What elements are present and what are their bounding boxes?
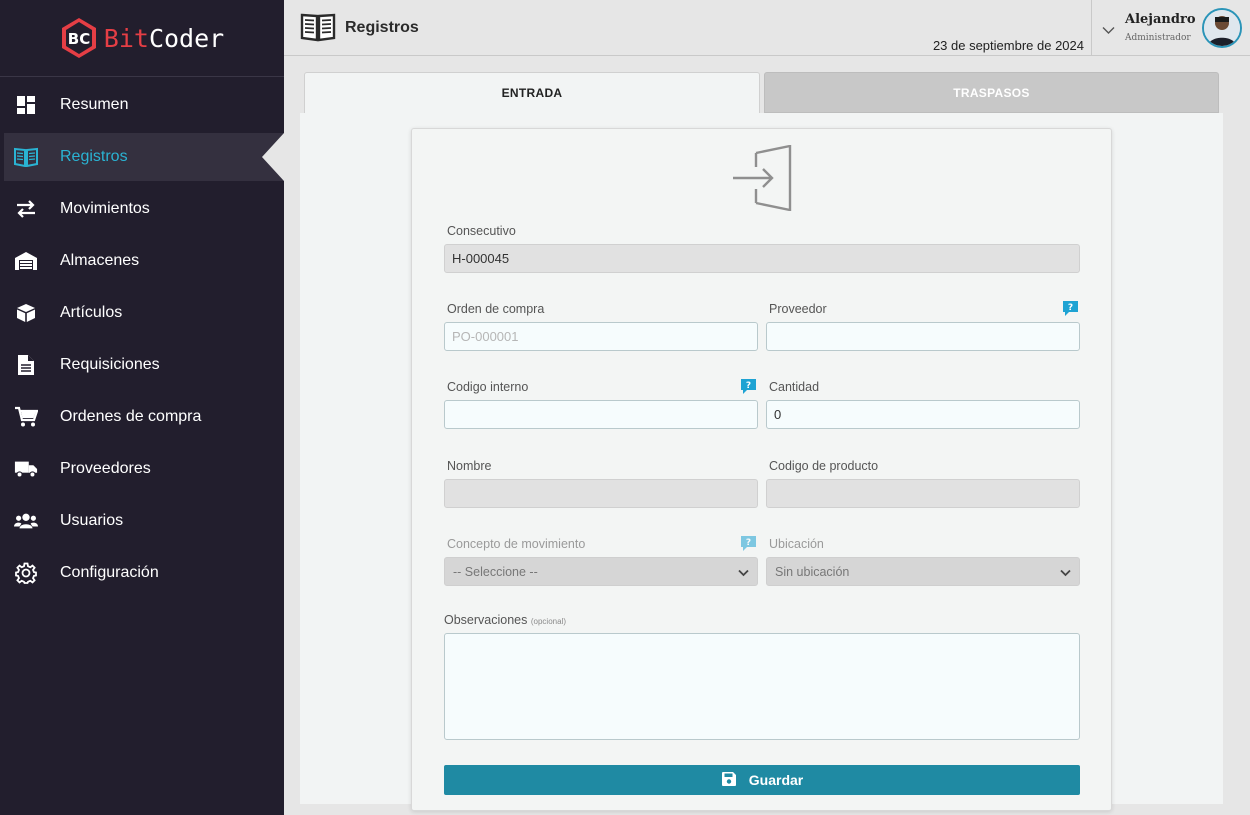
tab-traspasos[interactable]: TRASPASOS bbox=[764, 72, 1219, 113]
svg-text:?: ? bbox=[1068, 303, 1073, 313]
sidebar-item-label: Configuración bbox=[60, 564, 159, 581]
ubicacion-select[interactable]: Sin ubicación bbox=[766, 557, 1080, 586]
user-name: Alejandro bbox=[1125, 12, 1196, 27]
ubicacion-label: Ubicación bbox=[769, 537, 824, 551]
observaciones-label: Observaciones (opcional) bbox=[444, 613, 566, 627]
sidebar-item-label: Artículos bbox=[60, 304, 123, 321]
observaciones-textarea[interactable] bbox=[444, 633, 1080, 740]
svg-text:?: ? bbox=[746, 381, 751, 391]
sidebar-item-articulos[interactable]: Artículos bbox=[4, 289, 284, 337]
brand-name: BitCoder bbox=[103, 23, 225, 53]
consecutivo-field: H-000045 bbox=[444, 244, 1080, 273]
tab-entrada[interactable]: ENTRADA bbox=[304, 72, 760, 113]
brand-logo[interactable]: BC BitCoder bbox=[0, 0, 284, 77]
chevron-down-icon bbox=[1060, 566, 1071, 580]
cart-icon bbox=[14, 406, 38, 428]
sidebar: BC BitCoder Resumen Registros Movimiento… bbox=[0, 0, 284, 815]
orden-compra-label: Orden de compra bbox=[447, 302, 545, 316]
top-bar: Registros 23 de septiembre de 2024 Aleja… bbox=[284, 0, 1250, 56]
users-icon bbox=[14, 510, 38, 532]
cantidad-input[interactable]: 0 bbox=[766, 400, 1080, 429]
sidebar-item-registros[interactable]: Registros bbox=[4, 133, 284, 181]
entry-form-card: Consecutivo H-000045 Orden de compra PO-… bbox=[411, 128, 1112, 811]
codigo-producto-label: Codigo de producto bbox=[769, 459, 879, 473]
consecutivo-label: Consecutivo bbox=[447, 224, 516, 238]
codigo-producto-field bbox=[766, 479, 1080, 508]
sidebar-item-label: Ordenes de compra bbox=[60, 408, 202, 425]
concepto-selected: -- Seleccione -- bbox=[453, 564, 538, 579]
save-button[interactable]: Guardar bbox=[444, 765, 1080, 795]
sidebar-item-label: Almacenes bbox=[60, 252, 140, 269]
transfer-arrows-icon bbox=[14, 198, 38, 220]
chevron-down-icon bbox=[738, 566, 749, 580]
concepto-select[interactable]: -- Seleccione -- bbox=[444, 557, 758, 586]
sidebar-item-proveedores[interactable]: Proveedores bbox=[4, 445, 284, 493]
codigo-interno-input[interactable] bbox=[444, 400, 758, 429]
proveedor-input[interactable] bbox=[766, 322, 1080, 351]
sidebar-item-configuracion[interactable]: Configuración bbox=[4, 549, 284, 597]
optional-hint: (opcional) bbox=[530, 617, 566, 626]
nombre-field bbox=[444, 479, 758, 508]
avatar[interactable] bbox=[1202, 8, 1242, 48]
proveedor-label: Proveedor bbox=[769, 302, 827, 316]
box-icon bbox=[14, 302, 38, 324]
sidebar-item-almacenes[interactable]: Almacenes bbox=[4, 237, 284, 285]
sidebar-item-label: Proveedores bbox=[60, 460, 151, 477]
sidebar-item-label: Movimientos bbox=[60, 200, 150, 217]
save-icon bbox=[721, 771, 737, 790]
nombre-label: Nombre bbox=[447, 459, 492, 473]
ubicacion-selected: Sin ubicación bbox=[775, 564, 850, 579]
cantidad-label: Cantidad bbox=[769, 380, 820, 394]
sidebar-item-ordenes-compra[interactable]: Ordenes de compra bbox=[4, 393, 284, 441]
sidebar-item-requisiciones[interactable]: Requisiciones bbox=[4, 341, 284, 389]
concepto-label: Concepto de movimiento bbox=[447, 537, 586, 551]
current-date: 23 de septiembre de 2024 bbox=[932, 38, 1084, 53]
book-icon bbox=[300, 12, 336, 47]
help-icon[interactable]: ? bbox=[1062, 300, 1079, 316]
bitcoder-logo-icon: BC bbox=[61, 18, 96, 58]
sidebar-item-usuarios[interactable]: Usuarios bbox=[4, 497, 284, 545]
help-icon[interactable]: ? bbox=[740, 535, 757, 551]
truck-icon bbox=[14, 458, 38, 480]
svg-text:BC: BC bbox=[68, 30, 90, 48]
help-icon[interactable]: ? bbox=[740, 378, 757, 394]
sign-in-icon bbox=[732, 144, 794, 216]
codigo-interno-label: Codigo interno bbox=[447, 380, 529, 394]
sidebar-item-label: Requisiciones bbox=[60, 356, 160, 373]
sidebar-item-label: Resumen bbox=[60, 96, 129, 113]
dashboard-icon bbox=[14, 94, 38, 116]
sidebar-item-movimientos[interactable]: Movimientos bbox=[4, 185, 284, 233]
user-menu[interactable]: Alejandro Administrador bbox=[1091, 0, 1250, 56]
sidebar-item-label: Usuarios bbox=[60, 512, 124, 529]
user-role: Administrador bbox=[1125, 33, 1191, 43]
warehouse-icon bbox=[14, 250, 38, 272]
sidebar-nav: Resumen Registros Movimientos Almacenes … bbox=[0, 81, 284, 597]
book-icon bbox=[14, 146, 38, 168]
gear-icon bbox=[14, 562, 38, 584]
save-button-label: Guardar bbox=[748, 772, 804, 788]
orden-compra-input[interactable]: PO-000001 bbox=[444, 322, 758, 351]
chevron-down-icon[interactable] bbox=[1102, 22, 1115, 40]
svg-text:?: ? bbox=[746, 538, 751, 548]
document-icon bbox=[14, 354, 38, 376]
page-title: Registros bbox=[345, 19, 419, 36]
sidebar-item-resumen[interactable]: Resumen bbox=[4, 81, 284, 129]
sidebar-item-label: Registros bbox=[60, 148, 128, 165]
